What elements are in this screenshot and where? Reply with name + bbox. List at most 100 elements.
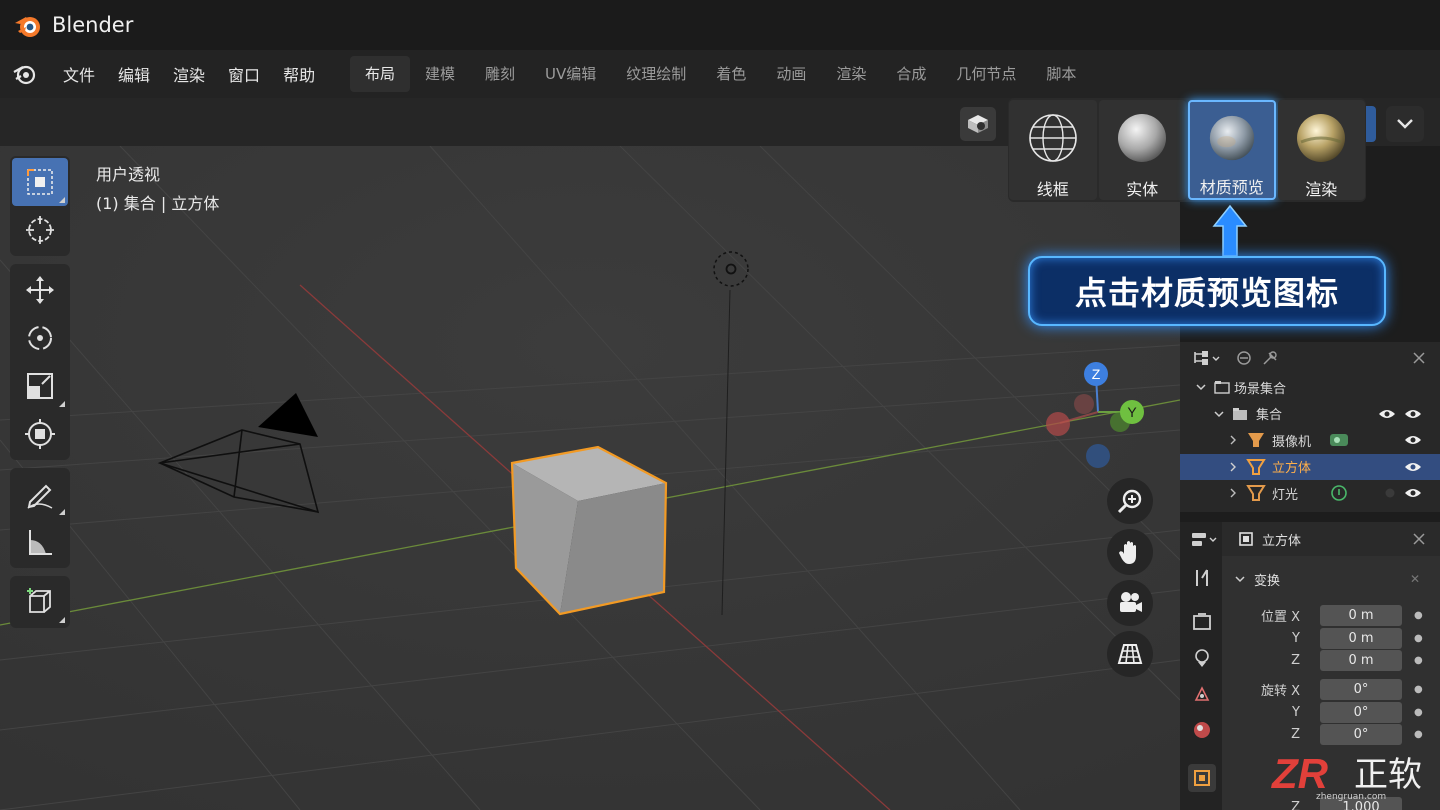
tab-world[interactable] [1188, 716, 1216, 744]
selectable-filter-icon[interactable] [1260, 349, 1280, 367]
ortho-toggle-button[interactable] [1107, 631, 1153, 677]
transform-panel-header[interactable]: 变换 ✕ [1228, 564, 1428, 594]
keyframe-dot-icon[interactable]: ● [1414, 729, 1423, 740]
chevron-down-icon[interactable] [1212, 407, 1226, 421]
keyframe-dot-icon[interactable]: ● [1414, 655, 1423, 666]
measure-tool[interactable] [12, 518, 68, 566]
close-icon[interactable] [1412, 351, 1426, 365]
tab-sculpting[interactable]: 雕刻 [470, 56, 530, 92]
tab-geometry-nodes[interactable]: 几何节点 [941, 56, 1031, 92]
keyframe-dot-icon[interactable]: ● [1414, 633, 1423, 644]
rotation-z-field[interactable]: 0° [1320, 723, 1402, 745]
keyframe-dot-icon[interactable]: ● [1414, 610, 1423, 621]
camera-data-icon[interactable] [1329, 432, 1349, 448]
view-name: 用户透视 [96, 165, 161, 184]
transform-icon [25, 419, 55, 449]
close-icon[interactable] [1412, 532, 1426, 546]
viewport-shading-icon [968, 115, 988, 133]
location-x-field[interactable]: 0 m [1320, 604, 1402, 626]
tab-animation[interactable]: 动画 [761, 56, 821, 92]
editor-type-button[interactable] [1188, 526, 1222, 554]
hidden-dot-icon[interactable] [1384, 487, 1396, 499]
shading-dropdown-button[interactable] [1386, 106, 1424, 142]
light-data-icon[interactable] [1330, 484, 1348, 502]
shading-mode-popup: 线框 实体 材质预览 渲染 [1008, 98, 1366, 202]
tab-modeling[interactable]: 建模 [410, 56, 470, 92]
eye-icon[interactable] [1404, 487, 1422, 499]
location-y-field[interactable]: 0 m [1320, 627, 1402, 649]
cursor-icon [26, 216, 54, 244]
eye-icon[interactable] [1378, 408, 1396, 420]
tab-scripting[interactable]: 脚本 [1031, 56, 1091, 92]
tab-shading[interactable]: 着色 [701, 56, 761, 92]
outliner-row-scene-collection[interactable]: 场景集合 [1180, 374, 1440, 401]
outliner-row-camera[interactable]: 摄像机 [1180, 427, 1440, 454]
menu-render[interactable]: 渲染 [162, 62, 217, 86]
tab-layout[interactable]: 布局 [350, 56, 411, 92]
select-box-icon [27, 169, 53, 195]
chevron-down-icon[interactable] [1194, 380, 1208, 394]
location-z-field[interactable]: 0 m [1320, 649, 1402, 671]
shading-rendered-option[interactable]: 渲染 [1277, 100, 1366, 200]
panel-drag-handle-icon[interactable]: ✕ [1410, 572, 1420, 586]
tab-compositing[interactable]: 合成 [881, 56, 941, 92]
keyframe-dot-icon[interactable]: ● [1414, 707, 1423, 718]
chevron-right-icon[interactable] [1228, 462, 1238, 472]
tab-rendering[interactable]: 渲染 [821, 56, 881, 92]
outliner-row-light[interactable]: 灯光 [1180, 480, 1440, 507]
add-cube-tool[interactable] [12, 578, 68, 626]
rendered-sphere-icon [1297, 114, 1346, 162]
tab-texture-paint[interactable]: 纹理绘制 [611, 56, 701, 92]
properties-editor-icon [1192, 533, 1217, 546]
pan-button[interactable] [1107, 529, 1153, 575]
3d-viewport[interactable] [0, 146, 1180, 810]
collection-icon [1233, 407, 1247, 420]
rotation-y-field[interactable]: 0° [1320, 701, 1402, 723]
tab-scene[interactable] [1188, 680, 1216, 708]
keyframe-dot-icon[interactable]: ● [1414, 684, 1423, 695]
annotate-tool[interactable] [12, 470, 68, 518]
chevron-right-icon[interactable] [1228, 435, 1238, 445]
tab-tool[interactable] [1188, 564, 1216, 592]
shading-material-preview-label: 材质预览 [1199, 178, 1264, 197]
eye-icon[interactable] [1404, 408, 1422, 420]
eye-icon[interactable] [1404, 434, 1422, 446]
scale-tool[interactable] [12, 362, 68, 410]
tab-uv-editing[interactable]: UV编辑 [530, 56, 611, 92]
view-context: (1) 集合 | 立方体 [96, 194, 220, 213]
outliner-row-collection[interactable]: 集合 [1180, 401, 1440, 428]
app-title: Blender [52, 13, 134, 37]
shading-material-preview-option[interactable]: 材质预览 [1188, 100, 1276, 200]
scene-icon [1194, 686, 1210, 701]
display-mode-icon[interactable] [1192, 349, 1222, 367]
chevron-right-icon[interactable] [1228, 488, 1238, 498]
cursor-tool[interactable] [12, 206, 68, 254]
tab-output[interactable] [1188, 644, 1216, 672]
tab-render[interactable] [1188, 608, 1216, 636]
move-tool[interactable] [12, 266, 68, 314]
outliner-row-cube[interactable]: 立方体 [1180, 453, 1440, 480]
shading-toggle-button[interactable] [960, 107, 996, 141]
blender-menu-icon[interactable] [12, 61, 38, 87]
menu-help[interactable]: 帮助 [272, 62, 327, 86]
eye-icon[interactable] [1404, 461, 1422, 473]
camera-view-button[interactable] [1107, 580, 1153, 626]
menu-window[interactable]: 窗口 [217, 62, 272, 86]
hand-icon [1119, 541, 1136, 564]
filter-icon[interactable] [1234, 349, 1254, 367]
properties-tabs [1180, 522, 1222, 810]
rotation-x-field[interactable]: 0° [1320, 678, 1402, 700]
shading-wireframe-option[interactable]: 线框 [1009, 100, 1097, 200]
zoom-button[interactable] [1107, 478, 1153, 524]
select-box-tool[interactable] [12, 158, 68, 206]
tab-object[interactable] [1188, 764, 1216, 792]
rotate-tool[interactable] [12, 314, 68, 362]
transform-tool[interactable] [12, 410, 68, 458]
menu-edit[interactable]: 编辑 [107, 62, 162, 86]
navigation-gizmo[interactable]: Z Y [1040, 360, 1150, 470]
material-sphere-icon [1209, 115, 1254, 161]
outliner-label: 集合 [1256, 408, 1283, 424]
shading-solid-option[interactable]: 实体 [1098, 100, 1186, 200]
menu-file[interactable]: 文件 [52, 62, 107, 86]
tool-options-marker [59, 617, 65, 623]
